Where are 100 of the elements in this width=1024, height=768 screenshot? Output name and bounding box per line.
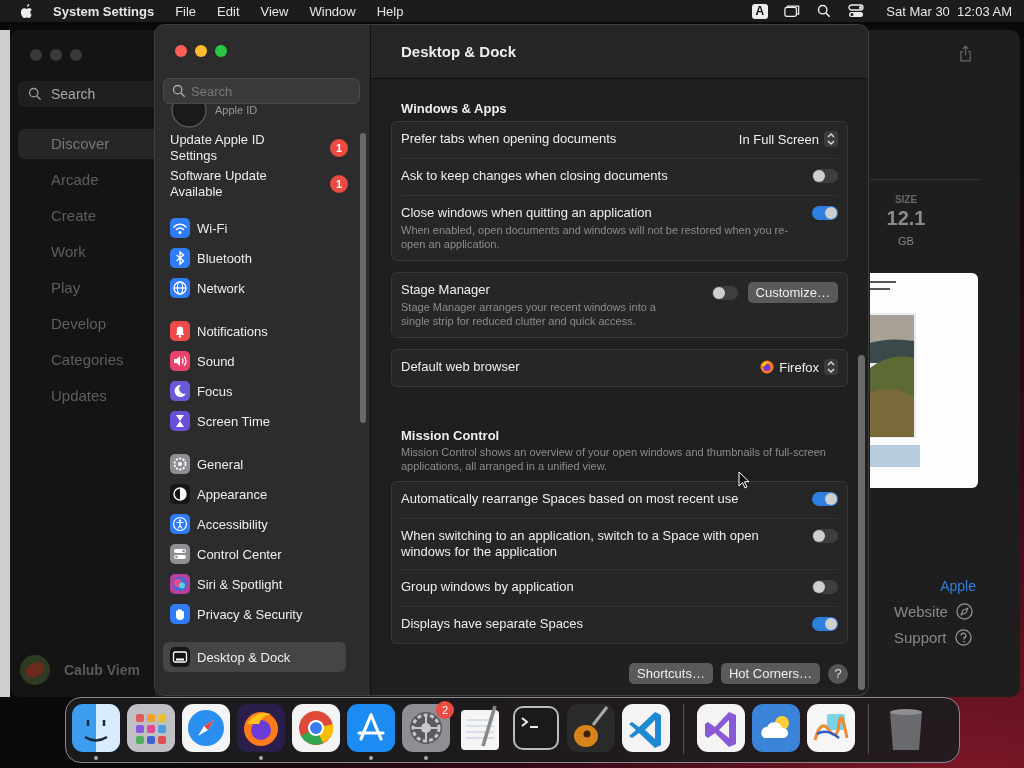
help-icon — [954, 628, 972, 646]
menu-item[interactable]: Help — [376, 3, 404, 19]
popup-button[interactable]: Firefox — [760, 359, 838, 375]
search-icon — [28, 87, 42, 101]
toggle-switch[interactable] — [812, 529, 838, 543]
sidebar-item[interactable]: Bluetooth — [163, 243, 346, 273]
setting-label: Stage Manager — [401, 282, 491, 298]
search-icon[interactable] — [816, 4, 833, 18]
menu-item[interactable]: Edit — [217, 3, 240, 19]
account-label[interactable]: Apple ID — [215, 104, 258, 116]
footer-button[interactable]: Hot Corners… — [720, 663, 820, 684]
sidebar-item[interactable]: General — [163, 449, 346, 479]
setting-label: Displays have separate Spaces — [401, 616, 584, 632]
menu-item[interactable]: View — [260, 3, 289, 19]
window-title: Desktop & Dock — [401, 43, 517, 60]
stat-value: 12.1 — [886, 207, 926, 230]
minimize-button[interactable] — [195, 45, 207, 57]
menu-clock[interactable]: Sat Mar 30 12:03 AM — [886, 3, 1012, 19]
close-button[interactable] — [175, 45, 187, 57]
link[interactable]: Support — [894, 628, 947, 646]
toggle-switch[interactable] — [812, 206, 838, 220]
menu-item[interactable]: Window — [309, 3, 356, 19]
help-button[interactable]: ? — [828, 663, 848, 684]
setting-label: Ask to keep changes when closing documents — [401, 168, 668, 184]
sidebar-item[interactable]: Focus — [163, 376, 346, 406]
notification-badge: 1 — [330, 175, 348, 193]
toggle-switch[interactable] — [711, 286, 738, 300]
windows-icon[interactable] — [784, 4, 801, 18]
sidebar-item[interactable]: Accessibility — [163, 509, 346, 539]
sidebar-item[interactable]: Desktop & Dock — [163, 642, 346, 672]
letter-a-icon — [347, 704, 395, 752]
search-icon — [172, 84, 186, 98]
menu-item[interactable]: File — [175, 3, 197, 19]
sidebar-item[interactable]: Software Update Available 1 — [163, 168, 362, 200]
chevron-icon — [824, 131, 838, 147]
popup-button[interactable]: In Full Screen — [738, 131, 838, 147]
link[interactable]: Website — [894, 602, 948, 620]
toggle-switch[interactable] — [812, 617, 838, 631]
stat-unit: GB — [898, 235, 914, 247]
notification-badge: 2 — [436, 701, 454, 719]
gear-icon — [402, 704, 450, 752]
section-heading: Windows & Apps — [400, 101, 508, 116]
alert-label: Update Apple ID Settings — [170, 132, 266, 164]
sidebar-item[interactable]: Privacy & Security — [163, 599, 346, 629]
face-icon — [72, 704, 120, 752]
sidebar-item[interactable]: Notifications — [163, 316, 346, 346]
cloud-icon — [752, 704, 800, 752]
alert-label: Software Update Available — [170, 168, 268, 200]
setting-description: Stage Manager arranges your recent windows into a single strip for reduced clutter and quick access. — [401, 300, 657, 328]
dock-item[interactable] — [347, 704, 395, 760]
sidebar-item[interactable]: Update Apple ID Settings 1 — [163, 132, 362, 164]
control-center-icon[interactable] — [848, 4, 865, 18]
code-icon — [622, 704, 670, 752]
setting-label: When switching to an application, switch to a Space with open windows for the application — [401, 528, 760, 560]
app-menu[interactable]: System Settings — [53, 3, 155, 19]
sidebar-item[interactable]: Screen Time — [163, 406, 346, 436]
developer-link[interactable]: Apple — [940, 578, 976, 594]
toggle-switch[interactable] — [812, 492, 838, 506]
sidebar-item[interactable]: Sound — [163, 346, 346, 376]
dock-item[interactable] — [72, 704, 120, 760]
stat-label: SIZE — [894, 194, 918, 205]
scribble-icon — [807, 704, 855, 752]
search-field[interactable]: Search — [163, 78, 360, 104]
compass-icon — [182, 704, 230, 752]
sidebar-item[interactable]: Siri & Spotlight — [163, 569, 346, 599]
guitar-icon — [567, 704, 615, 752]
toggle-switch[interactable] — [812, 580, 838, 594]
browser-icon — [760, 360, 775, 374]
footer-button[interactable]: Shortcuts… — [629, 663, 713, 684]
search-field[interactable]: Search — [18, 81, 155, 107]
sidebar-item[interactable]: Control Center — [163, 539, 346, 569]
chevron-icon — [824, 359, 838, 375]
sidebar-item[interactable]: Network — [163, 273, 346, 303]
setting-label: Automatically rearrange Spaces based on most recent use — [401, 491, 739, 507]
toggle-switch[interactable] — [812, 169, 838, 183]
apple-icon[interactable] — [20, 3, 33, 19]
input-source-indicator[interactable]: A — [751, 3, 769, 19]
setting-label: Prefer tabs when opening documents — [401, 131, 617, 147]
app-grid-icon — [127, 704, 175, 752]
pointer-icon — [738, 471, 750, 489]
section-heading: Mission Control — [400, 428, 501, 443]
section-description: Mission Control shows an overview of your open windows and thumbnails of full-screen applications, all arranged in a unified view. — [400, 445, 827, 473]
notification-badge: 1 — [330, 139, 348, 157]
sidebar-item[interactable]: Wi-Fi — [163, 213, 346, 243]
fox-globe-icon — [237, 704, 285, 752]
zoom-button[interactable] — [215, 45, 227, 57]
customize-button[interactable]: Customize… — [747, 282, 838, 303]
compass-icon — [955, 602, 973, 620]
setting-label: Group windows by application — [401, 579, 574, 595]
share-icon[interactable] — [959, 45, 972, 62]
scrollbar[interactable] — [360, 133, 366, 423]
dock-item[interactable]: 2 — [402, 704, 450, 760]
dock-item[interactable] — [237, 704, 285, 760]
terminal-icon — [512, 704, 560, 752]
setting-description: When enabled, open documents and windows will not be restored when you re-open an application. — [401, 223, 790, 251]
ring-icon — [292, 704, 340, 752]
setting-label: Close windows when quitting an application — [401, 205, 653, 221]
scrollbar[interactable] — [858, 355, 865, 690]
code-icon — [697, 704, 745, 752]
sidebar-item[interactable]: Appearance — [163, 479, 346, 509]
